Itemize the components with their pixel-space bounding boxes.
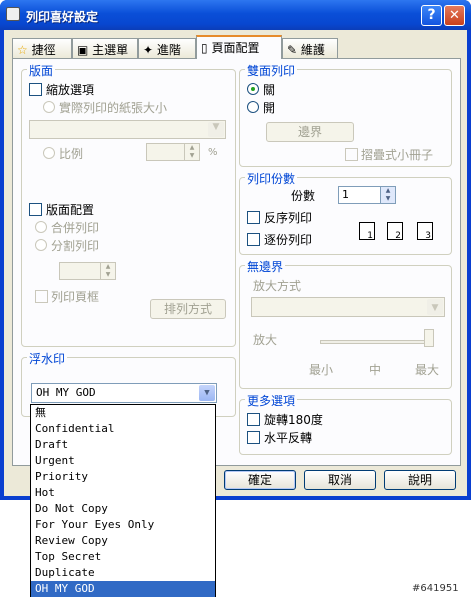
fit-paper-label: 實際列印的紙張大小 <box>59 101 168 115</box>
fit-paper-radio[interactable] <box>43 101 55 113</box>
merge-print-radio[interactable] <box>35 221 47 233</box>
enlarge-label: 放大 <box>253 333 278 347</box>
tab-label: 頁面配置 <box>211 41 260 55</box>
duplex-group-title: 雙面列印 <box>245 62 298 79</box>
tab-label: 維護 <box>300 43 325 57</box>
watermark-selected: OH MY GOD <box>36 386 96 399</box>
duplex-off-label: 關 <box>263 83 276 97</box>
tab-advanced[interactable]: ✦ 進階 <box>138 38 196 58</box>
scale-option-checkbox[interactable] <box>29 83 42 96</box>
ratio-label: 比例 <box>59 147 84 161</box>
list-item[interactable]: Urgent <box>31 453 215 469</box>
cancel-button[interactable]: 取消 <box>304 470 376 490</box>
more-options-title: 更多選項 <box>245 392 298 409</box>
list-item[interactable]: Hot <box>31 485 215 501</box>
ratio-radio[interactable] <box>43 147 55 159</box>
list-item[interactable]: Review Copy <box>31 533 215 549</box>
booklet-checkbox[interactable] <box>345 148 358 161</box>
spinner-buttons[interactable]: ▲ ▼ <box>184 144 199 160</box>
ok-button[interactable]: 確定 <box>224 470 296 490</box>
duplex-off-radio[interactable] <box>247 83 259 95</box>
list-item[interactable]: Top Secret <box>31 549 215 565</box>
rotate-checkbox[interactable] <box>247 413 260 426</box>
enlarge-method-label: 放大方式 <box>253 279 302 293</box>
spinner-buttons[interactable]: ▲ ▼ <box>100 263 115 279</box>
scale-option-label: 縮放選項 <box>46 83 95 97</box>
list-item[interactable]: Duplicate <box>31 565 215 581</box>
slider-min-label: 最小 <box>309 363 334 377</box>
mirror-label: 水平反轉 <box>264 431 313 445</box>
list-item[interactable]: Priority <box>31 469 215 485</box>
tab-main[interactable]: ▣ 主選單 <box>72 38 138 58</box>
split-print-label: 分割列印 <box>51 239 100 253</box>
page-layout-checkbox[interactable] <box>29 203 42 216</box>
collate-page-icon: 3 <box>417 222 433 241</box>
chevron-down-icon: ▼ <box>199 385 215 401</box>
list-item-selected[interactable]: OH MY GOD <box>31 581 215 597</box>
wrench-icon: ✎ <box>287 43 298 57</box>
enlarge-slider[interactable] <box>320 340 434 344</box>
booklet-label: 摺疊式小冊子 <box>361 148 434 162</box>
gear-icon: ✦ <box>143 43 154 57</box>
split-print-radio[interactable] <box>35 239 47 251</box>
tab-page-layout[interactable]: ▯ 頁面配置 <box>196 35 282 59</box>
duplex-on-radio[interactable] <box>247 101 259 113</box>
paper-size-dropdown[interactable]: ▼ <box>29 120 226 139</box>
tab-label: 捷徑 <box>31 43 56 57</box>
print-border-checkbox[interactable] <box>35 290 48 303</box>
slider-max-label: 最大 <box>415 363 440 377</box>
mirror-checkbox[interactable] <box>247 431 260 444</box>
slider-thumb[interactable] <box>424 329 434 347</box>
ratio-spinner[interactable]: ▲ ▼ <box>146 143 200 161</box>
star-icon: ☆ <box>17 43 28 57</box>
list-item[interactable]: Confidential <box>31 421 215 437</box>
arrange-button[interactable]: 排列方式 <box>150 299 226 319</box>
percent-label: % <box>208 147 218 158</box>
borderless-group-title: 無邊界 <box>245 258 286 275</box>
enlarge-method-dropdown[interactable]: ▼ <box>251 297 445 317</box>
collate-checkbox[interactable] <box>247 233 260 246</box>
list-item[interactable]: Draft <box>31 437 215 453</box>
collate-page-icon: 2 <box>387 222 403 241</box>
tab-label: 進階 <box>156 43 181 57</box>
duplex-on-label: 開 <box>263 101 276 115</box>
reverse-print-checkbox[interactable] <box>247 211 260 224</box>
reverse-print-label: 反序列印 <box>264 211 313 225</box>
tab-maintenance[interactable]: ✎ 維護 <box>282 38 338 58</box>
tab-label: 主選單 <box>92 43 129 57</box>
window-title: 列印喜好設定 <box>26 10 99 24</box>
list-item[interactable]: Do Not Copy <box>31 501 215 517</box>
page-icon: ▯ <box>201 41 208 55</box>
merge-print-label: 合併列印 <box>51 221 100 235</box>
help-button[interactable]: 說明 <box>384 470 456 490</box>
pages-spinner[interactable]: ▲ ▼ <box>59 262 116 280</box>
list-item[interactable]: 無 <box>31 405 215 421</box>
list-item[interactable]: For Your Eyes Only <box>31 517 215 533</box>
watermark-options-list[interactable]: 無 Confidential Draft Urgent Priority Hot… <box>30 404 216 597</box>
spinner-buttons[interactable]: ▲ ▼ <box>380 187 395 203</box>
copies-value: 1 <box>342 188 349 201</box>
watermark-stamp: #641951 <box>412 583 459 594</box>
chevron-down-icon: ▼ <box>427 299 443 315</box>
print-border-label: 列印頁框 <box>51 290 100 304</box>
chevron-down-icon: ▼ <box>208 122 224 137</box>
printer-icon <box>6 7 20 21</box>
tab-shortcuts[interactable]: ☆ 捷徑 <box>12 38 72 58</box>
printer-icon: ▣ <box>77 43 89 57</box>
watermark-dropdown[interactable]: OH MY GOD ▼ <box>31 383 217 403</box>
copies-label: 份數 <box>291 189 316 203</box>
help-title-button[interactable]: ? <box>421 5 442 26</box>
close-button[interactable]: ✕ <box>444 5 465 26</box>
title-bar[interactable]: 列印喜好設定 ? ✕ <box>0 0 471 30</box>
rotate-label: 旋轉180度 <box>264 413 323 427</box>
copies-spinner[interactable]: 1 ▲ ▼ <box>338 186 396 204</box>
layout-group-title: 版面 <box>27 62 56 79</box>
copies-group-title: 列印份數 <box>245 170 298 187</box>
watermark-group-title: 浮水印 <box>27 350 68 367</box>
slider-mid-label: 中 <box>369 363 382 377</box>
page-layout-label: 版面配置 <box>46 203 95 217</box>
collate-page-icon: 1 <box>359 222 375 241</box>
collate-label: 逐份列印 <box>264 233 313 247</box>
margin-button[interactable]: 邊界 <box>266 122 354 142</box>
